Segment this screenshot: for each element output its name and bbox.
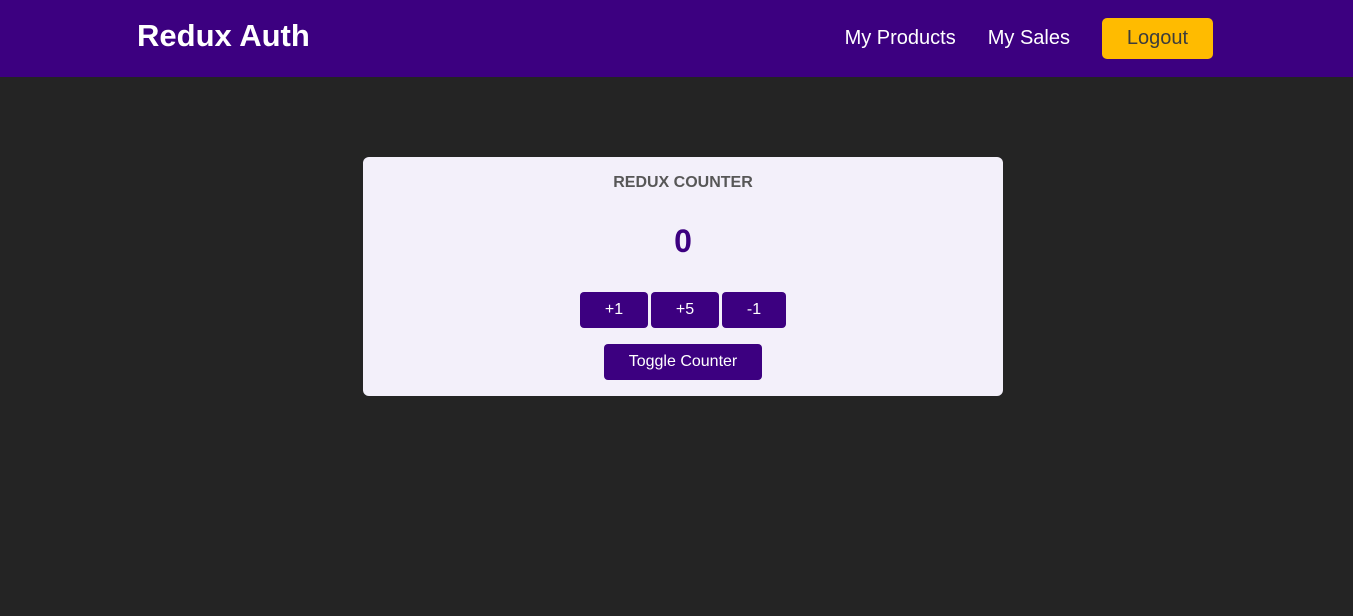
logout-button[interactable]: Logout: [1102, 18, 1213, 59]
toggle-counter-button[interactable]: Toggle Counter: [604, 344, 762, 380]
increment-button[interactable]: +1: [580, 292, 648, 328]
counter-card: REDUX COUNTER 0 +1 +5 -1 Toggle Counter: [363, 157, 1003, 396]
main-nav: My Products My Sales Logout: [845, 0, 1213, 77]
increase-by-five-button[interactable]: +5: [651, 292, 719, 328]
counter-value: 0: [674, 223, 692, 259]
decrement-button[interactable]: -1: [722, 292, 786, 328]
toggle-row: Toggle Counter: [363, 344, 1003, 380]
counter-button-row: +1 +5 -1: [363, 292, 1003, 328]
nav-link-my-sales[interactable]: My Sales: [988, 27, 1070, 50]
counter-title: REDUX COUNTER: [613, 174, 753, 191]
brand-title: Redux Auth: [137, 18, 310, 53]
app-header: Redux Auth My Products My Sales Logout: [0, 0, 1353, 77]
nav-link-my-products[interactable]: My Products: [845, 27, 956, 50]
